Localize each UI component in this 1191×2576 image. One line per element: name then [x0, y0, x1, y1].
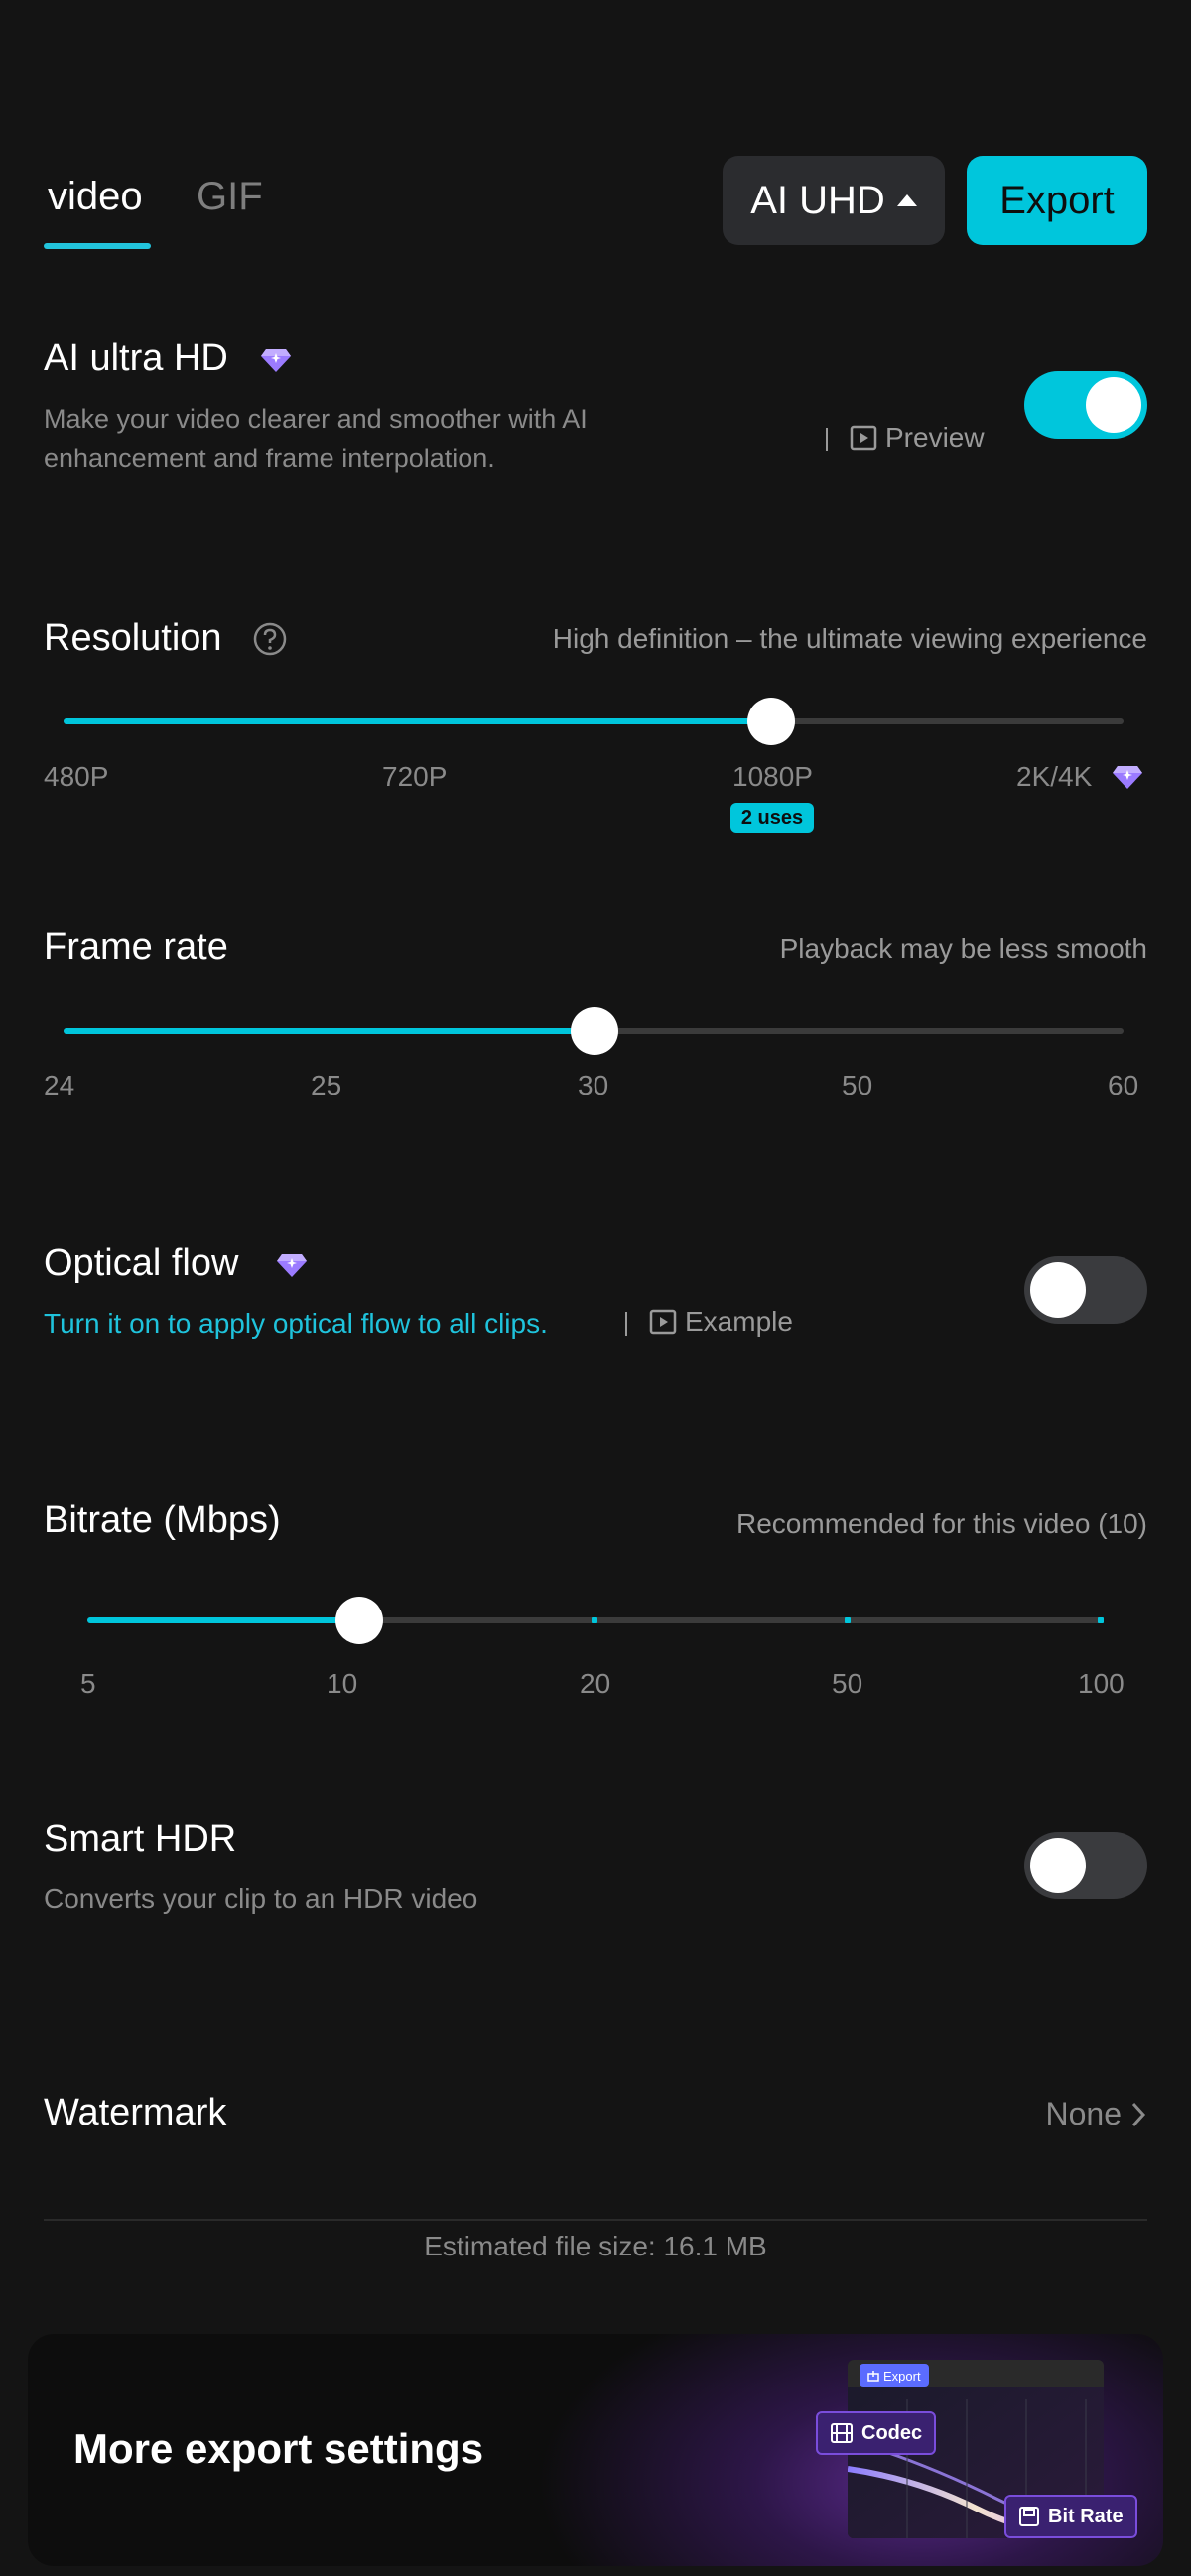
play-icon — [649, 1309, 677, 1335]
toggle-knob — [1030, 1838, 1086, 1893]
bitrate-option-20[interactable]: 20 — [580, 1668, 610, 1700]
caret-up-icon — [896, 194, 917, 206]
resolution-hint: High definition – the ultimate viewing e… — [552, 623, 1147, 654]
frame-rate-title: Frame rate — [44, 926, 228, 967]
chevron-right-icon — [1131, 2102, 1146, 2126]
film-icon — [831, 2423, 853, 2443]
bitrate-tick — [592, 1617, 597, 1623]
smart-hdr-description: Converts your clip to an HDR video — [44, 1883, 478, 1914]
preview-label: Preview — [885, 422, 985, 452]
bit-rate-chip-label: Bit Rate — [1048, 2505, 1124, 2527]
resolution-option-2k4k[interactable]: 2K/4K — [1016, 761, 1092, 793]
play-icon — [850, 425, 877, 451]
bitrate-tick — [1098, 1617, 1104, 1623]
codec-chip: Codec — [816, 2411, 937, 2455]
link-separator — [625, 1312, 627, 1336]
divider — [44, 2219, 1147, 2221]
tab-video[interactable]: video — [48, 175, 143, 219]
smart-hdr-title: Smart HDR — [44, 1818, 237, 1860]
export-button[interactable]: Export — [967, 156, 1147, 245]
example-link[interactable]: Example — [649, 1306, 793, 1338]
frame-rate-option-30[interactable]: 30 — [578, 1070, 608, 1101]
example-label: Example — [685, 1306, 793, 1337]
watermark-selector[interactable]: None — [1046, 2096, 1148, 2132]
preview-link[interactable]: Preview — [850, 422, 985, 453]
quality-label: AI UHD — [750, 178, 885, 222]
share-icon — [867, 2371, 879, 2382]
optical-flow-toggle[interactable] — [1024, 1256, 1147, 1324]
quality-dropdown-button[interactable]: AI UHD — [723, 156, 945, 245]
tab-gif[interactable]: GIF — [197, 175, 263, 219]
tab-active-indicator — [44, 243, 151, 249]
bit-rate-chip: Bit Rate — [1004, 2495, 1137, 2538]
frame-rate-slider-fill — [64, 1028, 595, 1034]
toggle-knob — [1086, 377, 1141, 433]
banner-title: More export settings — [73, 2425, 484, 2472]
resolution-option-480p[interactable]: 480P — [44, 761, 108, 793]
more-export-settings-banner[interactable]: More export settings Export Codec Bit Ra… — [28, 2334, 1163, 2566]
frame-rate-slider-thumb[interactable] — [571, 1007, 618, 1055]
frame-rate-option-24[interactable]: 24 — [44, 1070, 74, 1101]
premium-diamond-icon — [261, 349, 291, 372]
ai-ultra-hd-description-1: Make your video clearer and smoother wit… — [44, 404, 588, 434]
watermark-value: None — [1045, 2096, 1123, 2131]
resolution-option-1080p[interactable]: 1080P — [732, 761, 813, 793]
premium-diamond-icon — [1113, 766, 1142, 789]
watermark-title: Watermark — [44, 2092, 227, 2133]
toggle-knob — [1030, 1262, 1086, 1318]
bitrate-slider-thumb[interactable] — [335, 1597, 383, 1644]
frame-rate-option-50[interactable]: 50 — [842, 1070, 872, 1101]
bitrate-option-10[interactable]: 10 — [327, 1668, 357, 1700]
bitrate-option-50[interactable]: 50 — [832, 1668, 862, 1700]
codec-chip-label: Codec — [861, 2421, 923, 2444]
bitrate-option-5[interactable]: 5 — [80, 1668, 96, 1700]
ai-ultra-hd-description-2: enhancement and frame interpolation. — [44, 444, 495, 473]
ai-ultra-hd-title: AI ultra HD — [44, 337, 228, 379]
save-icon — [1019, 2507, 1039, 2526]
link-separator — [826, 428, 828, 451]
bitrate-tick — [845, 1617, 851, 1623]
bitrate-option-100[interactable]: 100 — [1078, 1668, 1125, 1700]
bitrate-slider-fill — [87, 1617, 359, 1623]
resolution-slider-fill — [64, 718, 771, 724]
optical-flow-description[interactable]: Turn it on to apply optical flow to all … — [44, 1304, 548, 1344]
optical-flow-title: Optical flow — [44, 1242, 239, 1284]
resolution-slider-thumb[interactable] — [747, 698, 795, 745]
bitrate-title: Bitrate (Mbps) — [44, 1499, 281, 1541]
smart-hdr-toggle[interactable] — [1024, 1832, 1147, 1899]
help-icon[interactable] — [252, 621, 288, 657]
ai-ultra-hd-toggle[interactable] — [1024, 371, 1147, 439]
bitrate-hint: Recommended for this video (10) — [736, 1508, 1147, 1539]
frame-rate-option-60[interactable]: 60 — [1108, 1070, 1138, 1101]
resolution-option-720p[interactable]: 720P — [382, 761, 447, 793]
resolution-title: Resolution — [44, 617, 222, 659]
frame-rate-option-25[interactable]: 25 — [311, 1070, 341, 1101]
export-chip: Export — [860, 2364, 929, 2387]
premium-diamond-icon — [277, 1254, 307, 1277]
export-chip-label: Export — [883, 2368, 921, 2383]
estimated-file-size: Estimated file size: 16.1 MB — [424, 2231, 767, 2261]
frame-rate-hint: Playback may be less smooth — [779, 933, 1147, 964]
uses-badge: 2 uses — [730, 803, 814, 833]
